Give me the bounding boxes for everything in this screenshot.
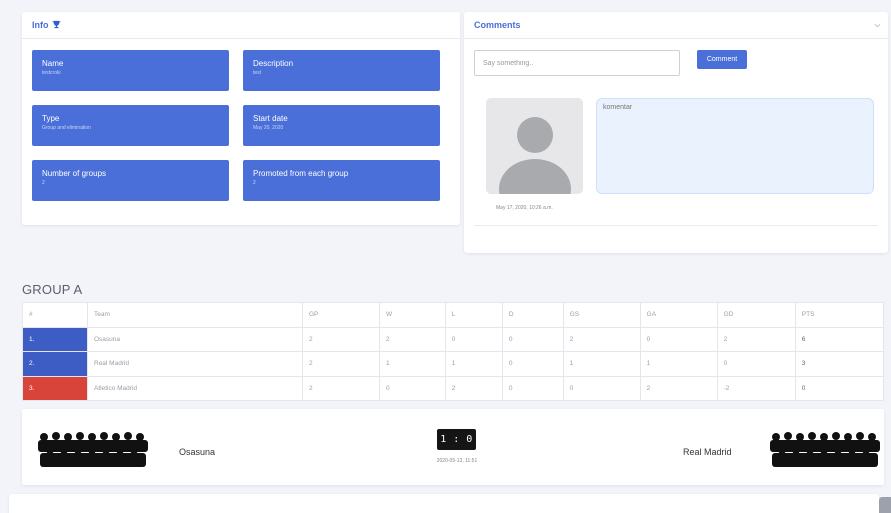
gd-cell: -2 bbox=[716, 375, 796, 401]
gp-cell: 2 bbox=[302, 351, 380, 377]
comments-title: Comments bbox=[474, 20, 521, 30]
ga-cell: 1 bbox=[639, 351, 718, 377]
l-cell: 1 bbox=[444, 351, 503, 377]
col-w: W bbox=[378, 302, 446, 328]
info-card: Info Name testcroki Description test Typ… bbox=[22, 12, 460, 225]
tile-label: Start date bbox=[253, 114, 288, 123]
tile-label: Promoted from each group bbox=[253, 169, 349, 178]
tile-value: testcroki bbox=[42, 69, 61, 76]
match-date: 2020-05-13, 11:51 bbox=[436, 458, 478, 464]
next-section-card bbox=[9, 494, 879, 513]
col-ga: GA bbox=[639, 302, 718, 328]
team-cell: Osasuna bbox=[87, 326, 303, 352]
d-cell: 0 bbox=[501, 375, 564, 401]
l-cell: 0 bbox=[444, 326, 503, 352]
comment-date: May 17, 2020, 10:26 a.m. bbox=[496, 205, 553, 211]
chevron-down-icon[interactable] bbox=[874, 21, 881, 30]
tile-value: May 20, 2020 bbox=[253, 124, 284, 131]
gs-cell: 0 bbox=[562, 375, 641, 401]
avatar-body bbox=[499, 159, 571, 194]
home-team-photo bbox=[38, 432, 148, 467]
comments-card: Comments Comment komentar May 17, 2020, … bbox=[464, 12, 888, 253]
info-tile-description: Description test bbox=[243, 50, 440, 91]
comment-text: komentar bbox=[603, 104, 633, 111]
pts-cell: 6 bbox=[794, 326, 885, 352]
gs-cell: 1 bbox=[562, 351, 641, 377]
d-cell: 0 bbox=[501, 351, 564, 377]
table-row: 3. Atletico Madrid 2 0 2 0 0 2 -2 0 bbox=[22, 375, 885, 401]
info-tile-type: Type Group and elimination bbox=[32, 105, 229, 146]
match-card[interactable]: Osasuna 1 : 0 2020-05-13, 11:51 Real Mad… bbox=[22, 409, 884, 485]
table-header-row: # Team GP W L D GS GA GD PTS bbox=[22, 302, 885, 328]
standings-table: # Team GP W L D GS GA GD PTS 1. Osasuna … bbox=[22, 302, 885, 401]
info-title: Info bbox=[32, 20, 49, 30]
comments-header: Comments bbox=[464, 12, 888, 39]
ga-cell: 0 bbox=[639, 326, 718, 352]
table-row: 1. Osasuna 2 2 0 0 2 0 2 6 bbox=[22, 326, 885, 352]
col-gs: GS bbox=[562, 302, 641, 328]
info-tile-start-date: Start date May 20, 2020 bbox=[243, 105, 440, 146]
match-score: 1 : 0 bbox=[437, 429, 476, 450]
avatar bbox=[486, 98, 583, 194]
comment-divider bbox=[474, 225, 878, 226]
team-cell: Atletico Madrid bbox=[87, 375, 303, 401]
col-l: L bbox=[444, 302, 503, 328]
gd-cell: 2 bbox=[716, 326, 796, 352]
pts-cell: 3 bbox=[794, 351, 885, 377]
gp-cell: 2 bbox=[302, 375, 380, 401]
w-cell: 2 bbox=[378, 326, 446, 352]
comment-button[interactable]: Comment bbox=[697, 50, 747, 69]
info-tile-number-of-groups: Number of groups 2 bbox=[32, 160, 229, 201]
tile-label: Number of groups bbox=[42, 169, 107, 178]
tile-value: test bbox=[253, 69, 262, 76]
comment-bubble: komentar bbox=[596, 98, 874, 194]
gs-cell: 2 bbox=[562, 326, 641, 352]
tile-value: Group and elimination bbox=[42, 124, 91, 131]
tile-label: Description bbox=[253, 59, 294, 68]
col-gp: GP bbox=[302, 302, 380, 328]
col-team: Team bbox=[87, 302, 303, 328]
d-cell: 0 bbox=[501, 326, 564, 352]
tile-value: 2 bbox=[42, 179, 45, 186]
rank-cell: 1. bbox=[22, 326, 88, 352]
ga-cell: 2 bbox=[639, 375, 718, 401]
scroll-top-button[interactable] bbox=[879, 497, 891, 513]
away-team-photo bbox=[770, 432, 880, 467]
table-row: 2. Real Madrid 2 1 1 0 1 1 0 3 bbox=[22, 351, 885, 377]
col-gd: GD bbox=[716, 302, 796, 328]
team-cell: Real Madrid bbox=[87, 351, 303, 377]
rank-cell: 3. bbox=[22, 375, 88, 401]
pts-cell: 0 bbox=[794, 375, 885, 401]
col-rank: # bbox=[22, 302, 88, 328]
l-cell: 2 bbox=[444, 375, 503, 401]
tile-value: 2 bbox=[253, 179, 256, 186]
w-cell: 0 bbox=[378, 375, 446, 401]
rank-cell: 2. bbox=[22, 351, 88, 377]
group-title: GROUP A bbox=[22, 282, 83, 297]
trophy-icon bbox=[51, 20, 61, 31]
col-d: D bbox=[501, 302, 564, 328]
away-team-name: Real Madrid bbox=[683, 447, 732, 457]
info-tile-name: Name testcroki bbox=[32, 50, 229, 91]
info-tile-promoted: Promoted from each group 2 bbox=[243, 160, 440, 201]
avatar-head bbox=[517, 117, 553, 153]
w-cell: 1 bbox=[378, 351, 446, 377]
tile-label: Name bbox=[42, 59, 64, 68]
tile-label: Type bbox=[42, 114, 60, 123]
info-header: Info bbox=[22, 12, 460, 39]
home-team-name: Osasuna bbox=[179, 447, 216, 457]
gd-cell: 0 bbox=[716, 351, 796, 377]
comment-input[interactable] bbox=[474, 50, 680, 76]
gp-cell: 2 bbox=[302, 326, 380, 352]
col-pts: PTS bbox=[794, 302, 885, 328]
